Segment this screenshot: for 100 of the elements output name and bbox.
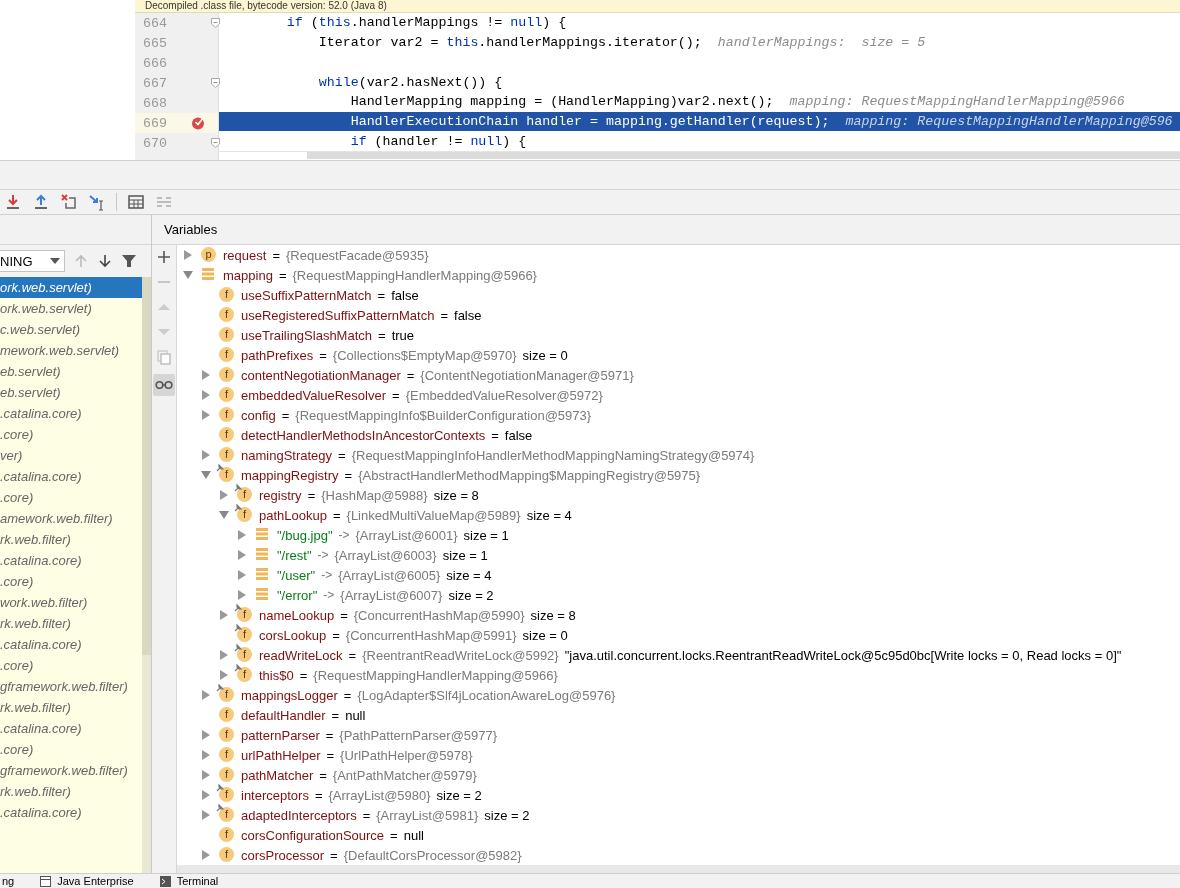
- field-icon: f: [237, 647, 252, 662]
- arrow-down-icon[interactable]: [97, 253, 113, 269]
- stack-frame[interactable]: ork.web.servlet): [0, 277, 142, 298]
- table-icon[interactable]: [127, 193, 145, 211]
- drop-frame-icon[interactable]: [60, 193, 78, 211]
- stack-frame[interactable]: gframework.web.filter): [0, 760, 142, 781]
- arrow-up-icon[interactable]: [32, 193, 50, 211]
- field-icon: f: [219, 827, 234, 842]
- expand-arrow-icon[interactable]: [201, 370, 211, 380]
- variable-value: size = 8: [530, 607, 576, 623]
- expand-arrow-icon[interactable]: [201, 690, 211, 700]
- expand-arrow-icon[interactable]: [219, 650, 229, 660]
- object-reference: {ArrayList@5980}: [328, 787, 431, 803]
- operator: =: [299, 667, 308, 683]
- object-reference: {ArrayList@6007}: [340, 587, 443, 603]
- expand-arrow-icon[interactable]: [201, 450, 211, 460]
- operator: =: [330, 847, 338, 863]
- line-number: 666: [142, 55, 167, 71]
- stack-frame[interactable]: .catalina.core): [0, 718, 142, 739]
- filter-icon[interactable]: [121, 253, 137, 269]
- stack-frame[interactable]: mework.web.servlet): [0, 340, 142, 361]
- fold-icon[interactable]: [211, 18, 220, 28]
- stack-frame[interactable]: gframework.web.filter): [0, 676, 142, 697]
- field-icon: f: [219, 367, 234, 382]
- scrollbar[interactable]: [142, 277, 151, 655]
- variable-value: false: [504, 427, 533, 443]
- stack-frame[interactable]: rk.web.filter): [0, 529, 142, 550]
- fold-icon[interactable]: [211, 78, 220, 88]
- field-icon: f: [219, 467, 234, 482]
- expand-arrow-icon[interactable]: [219, 670, 229, 680]
- stack-frame[interactable]: .core): [0, 424, 142, 445]
- operator: =: [278, 267, 287, 283]
- expand-arrow-icon[interactable]: [201, 770, 211, 780]
- expand-arrow-icon[interactable]: [183, 250, 193, 260]
- expand-arrow-icon[interactable]: [237, 550, 247, 560]
- stack-frame[interactable]: .core): [0, 487, 142, 508]
- variable-value: size = 2: [484, 807, 530, 823]
- cursor-arrow-icon[interactable]: [88, 193, 106, 211]
- stack-frame[interactable]: work.web.filter): [0, 592, 142, 613]
- stack-frame[interactable]: eb.servlet): [0, 361, 142, 382]
- copy-icon[interactable]: [156, 349, 172, 365]
- expand-arrow-icon[interactable]: [201, 850, 211, 860]
- field-icon: f: [219, 387, 234, 402]
- object-reference: {ConcurrentHashMap@5990}: [353, 607, 525, 623]
- object-reference: {RequestFacade@5935}: [285, 247, 429, 263]
- object-reference: {ArrayList@6001}: [355, 527, 458, 543]
- expand-arrow-icon[interactable]: [201, 790, 211, 800]
- field-icon: f: [219, 787, 234, 802]
- operator: ->: [338, 528, 350, 542]
- breakpoint-icon[interactable]: [191, 116, 205, 130]
- stack-frame[interactable]: rk.web.filter): [0, 781, 142, 802]
- tool-window-tab[interactable]: ng: [0, 875, 17, 887]
- stack-frame[interactable]: c.web.servlet): [0, 319, 142, 340]
- stack-frame[interactable]: .catalina.core): [0, 466, 142, 487]
- field-icon: f: [237, 627, 252, 642]
- object-reference: {RequestMappingHandlerMapping@5966}: [292, 267, 537, 283]
- field-icon: f: [237, 507, 252, 522]
- expand-arrow-icon[interactable]: [237, 570, 247, 580]
- stack-frame[interactable]: eb.servlet): [0, 382, 142, 403]
- stack-frame[interactable]: rk.web.filter): [0, 613, 142, 634]
- collapse-arrow-icon[interactable]: [183, 270, 193, 280]
- tool-window-tab[interactable]: Terminal: [157, 875, 221, 887]
- variable-value: size = 2: [448, 587, 494, 603]
- fold-icon[interactable]: [211, 138, 220, 148]
- scrollbar[interactable]: [177, 865, 1180, 873]
- expand-arrow-icon[interactable]: [237, 530, 247, 540]
- tool-window-tab[interactable]: Java Enterprise: [38, 875, 136, 887]
- stack-frame[interactable]: .core): [0, 739, 142, 760]
- plus-icon[interactable]: [156, 249, 172, 265]
- expand-arrow-icon[interactable]: [219, 610, 229, 620]
- stack-frame[interactable]: rk.web.filter): [0, 697, 142, 718]
- stack-frame[interactable]: amework.web.filter): [0, 508, 142, 529]
- stack-frame[interactable]: ork.web.servlet): [0, 298, 142, 319]
- expand-arrow-icon[interactable]: [201, 410, 211, 420]
- variable-name: request: [223, 247, 267, 263]
- thread-dropdown[interactable]: NING: [0, 250, 65, 272]
- expand-arrow-icon[interactable]: [201, 390, 211, 400]
- field-icon: f: [219, 687, 234, 702]
- operator: =: [326, 747, 335, 763]
- expand-arrow-icon[interactable]: [237, 590, 247, 600]
- collapse-arrow-icon[interactable]: [219, 510, 229, 520]
- expand-arrow-icon[interactable]: [201, 750, 211, 760]
- stack-frame[interactable]: .catalina.core): [0, 403, 142, 424]
- glasses-icon[interactable]: [153, 374, 175, 396]
- stack-frame[interactable]: .catalina.core): [0, 634, 142, 655]
- object-reference: {RequestMappingInfo$BuilderConfiguration@5973}: [295, 407, 592, 423]
- stack-frame[interactable]: .core): [0, 655, 142, 676]
- expand-arrow-icon[interactable]: [201, 810, 211, 820]
- stack-frame[interactable]: ver): [0, 445, 142, 466]
- arrow-down-icon[interactable]: [4, 193, 22, 211]
- stack-frame[interactable]: .catalina.core): [0, 550, 142, 571]
- operator: =: [491, 427, 499, 443]
- stack-frame[interactable]: .catalina.core): [0, 802, 142, 823]
- stack-frame[interactable]: .core): [0, 571, 142, 592]
- scrollbar[interactable]: [307, 152, 1180, 160]
- expand-arrow-icon[interactable]: [219, 490, 229, 500]
- field-icon: p: [201, 247, 216, 262]
- expand-arrow-icon[interactable]: [201, 730, 211, 740]
- object-reference: {ReentrantReadWriteLock@5992}: [362, 647, 559, 663]
- collapse-arrow-icon[interactable]: [201, 470, 211, 480]
